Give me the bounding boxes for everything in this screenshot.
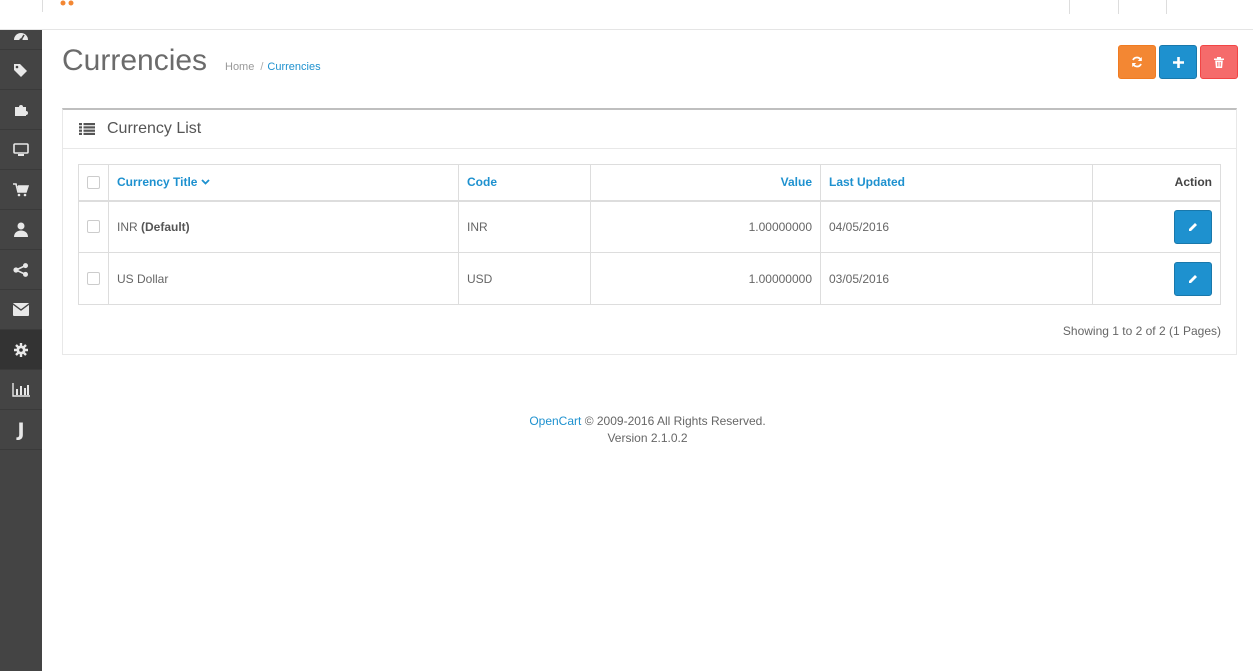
column-header-last-updated[interactable]: Last Updated: [820, 164, 1093, 202]
currency-title-cell: US Dollar: [108, 252, 459, 305]
column-header-code[interactable]: Code: [458, 164, 591, 202]
default-label: (Default): [141, 219, 190, 234]
breadcrumb: Home / Currencies: [225, 61, 321, 73]
table-header-row: Currency Title Code Value Last Updated A…: [78, 164, 1221, 202]
puzzle-icon: [15, 104, 28, 116]
header-divider: [1166, 0, 1167, 14]
pagination-results: Showing 1 to 2 of 2 (1 Pages): [1062, 324, 1221, 338]
sort-by-title-link[interactable]: Currency Title: [117, 175, 210, 189]
tags-icon: [14, 63, 27, 77]
table-row: INR (Default) INR 1.00000000 04/05/2016: [78, 200, 1221, 253]
sidebar-item-mail[interactable]: [0, 290, 42, 330]
row-checkbox[interactable]: [87, 272, 100, 285]
user-icon: [14, 222, 28, 237]
header-divider: [42, 0, 43, 12]
header-divider: [1069, 0, 1070, 14]
header-divider: [1118, 0, 1119, 14]
currency-table: Currency Title Code Value Last Updated A…: [78, 164, 1221, 305]
footer: OpenCart © 2009-2016 All Rights Reserved…: [42, 413, 1253, 447]
shopping-cart-icon: [13, 182, 29, 196]
list-icon: [79, 123, 95, 135]
action-cell: [1092, 200, 1221, 253]
sort-by-code-link[interactable]: Code: [467, 175, 497, 189]
shopping-cart-logo-icon[interactable]: [58, 0, 178, 8]
j-icon: J: [17, 418, 25, 441]
column-header-action: Action: [1092, 164, 1221, 202]
envelope-icon: [13, 303, 29, 316]
sidebar-item-customers[interactable]: [0, 210, 42, 250]
edit-button[interactable]: [1174, 209, 1212, 244]
edit-button[interactable]: [1174, 261, 1212, 296]
sidebar-item-sales[interactable]: [0, 170, 42, 210]
sort-by-value-link[interactable]: Value: [781, 175, 812, 189]
row-select-cell: [78, 252, 109, 305]
select-all-checkbox[interactable]: [87, 175, 100, 189]
currency-code-cell: USD: [458, 252, 591, 305]
breadcrumb-home[interactable]: Home: [225, 61, 254, 73]
trash-icon: [1214, 56, 1224, 68]
top-header: [0, 0, 1253, 30]
share-icon: [13, 262, 28, 277]
table-row: US Dollar USD 1.00000000 03/05/2016: [78, 252, 1221, 305]
currency-list-panel: Currency List Currency Title Code Value …: [62, 108, 1237, 355]
sidebar-item-system[interactable]: [0, 330, 42, 370]
dashboard-icon: [14, 33, 28, 42]
bar-chart-icon: [12, 382, 30, 397]
currency-title-cell: INR (Default): [108, 200, 459, 253]
sidebar-item-dashboard[interactable]: [0, 30, 42, 50]
sidebar-item-catalog[interactable]: [0, 50, 42, 90]
sidebar-item-j[interactable]: J: [0, 410, 42, 450]
action-cell: [1092, 252, 1221, 305]
breadcrumb-separator: /: [260, 61, 264, 73]
row-checkbox[interactable]: [87, 220, 100, 234]
sidebar-item-extensions[interactable]: [0, 90, 42, 130]
last-updated-cell: 04/05/2016: [820, 200, 1093, 253]
panel-heading: Currency List: [63, 110, 1236, 149]
sort-by-date-link[interactable]: Last Updated: [829, 175, 905, 189]
monitor-icon: [13, 142, 29, 156]
row-select-cell: [78, 200, 109, 253]
sidebar-item-reports[interactable]: [0, 370, 42, 410]
currency-value-cell: 1.00000000: [590, 252, 821, 305]
column-header-title[interactable]: Currency Title: [108, 164, 459, 202]
page-title: Currencies: [62, 44, 208, 77]
sidebar-item-marketing[interactable]: [0, 250, 42, 290]
column-header-value[interactable]: Value: [590, 164, 821, 202]
plus-icon: [1172, 56, 1184, 68]
last-updated-cell: 03/05/2016: [820, 252, 1093, 305]
chevron-down-icon: [201, 179, 210, 186]
add-new-button[interactable]: [1159, 45, 1197, 79]
delete-button[interactable]: [1200, 45, 1238, 79]
panel-title: Currency List: [107, 120, 202, 137]
currency-value-cell: 1.00000000: [590, 200, 821, 253]
copyright-text: © 2009-2016 All Rights Reserved.: [584, 414, 766, 428]
refresh-icon: [1132, 56, 1142, 68]
currency-code-cell: INR: [458, 200, 591, 253]
opencart-link[interactable]: OpenCart: [529, 414, 581, 428]
version-text: Version 2.1.0.2: [607, 431, 688, 445]
refresh-button[interactable]: [1118, 45, 1156, 79]
pencil-icon: [1189, 222, 1197, 231]
pencil-icon: [1189, 274, 1197, 283]
select-all-cell: [78, 164, 109, 202]
sidebar-nav: J: [0, 30, 42, 671]
breadcrumb-current[interactable]: Currencies: [267, 61, 320, 73]
cog-icon: [14, 342, 28, 357]
sidebar-item-design[interactable]: [0, 130, 42, 170]
